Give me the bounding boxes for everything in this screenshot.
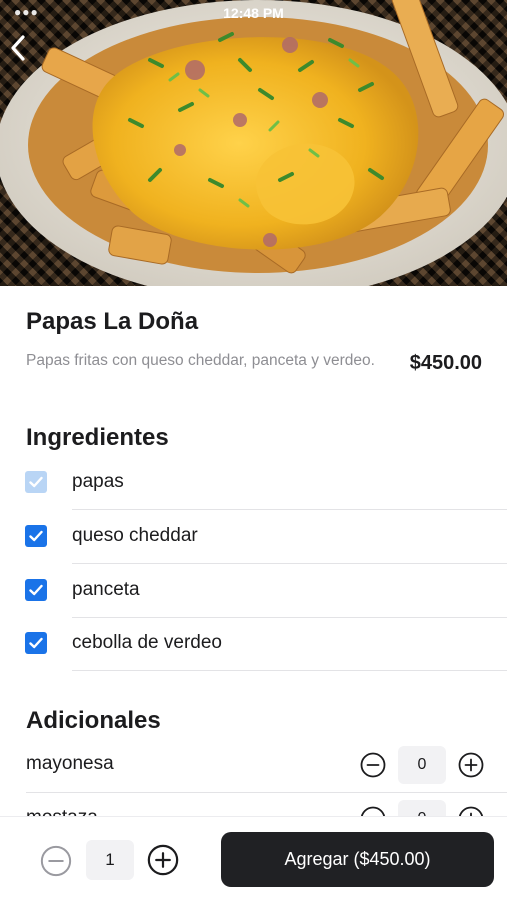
status-bar: ●●● 12:48 PM xyxy=(0,4,507,24)
back-button[interactable] xyxy=(8,34,38,70)
minus-circle-icon[interactable] xyxy=(360,752,386,778)
product-price: $450.00 xyxy=(409,352,482,374)
ingredient-checkbox[interactable] xyxy=(25,525,47,547)
ingredient-row[interactable]: papas xyxy=(0,456,507,510)
divider xyxy=(72,670,507,671)
ingredient-label: cebolla de verdeo xyxy=(72,632,222,653)
minus-circle-icon[interactable] xyxy=(40,845,72,877)
ingredient-checkbox[interactable] xyxy=(25,579,47,601)
product-image: ●●● 12:48 PM xyxy=(0,0,507,286)
checkmark-icon xyxy=(29,530,43,542)
extra-label: mayonesa xyxy=(26,753,114,774)
extra-row: mayonesa 0 xyxy=(0,739,507,793)
ingredient-row[interactable]: panceta xyxy=(0,564,507,618)
extras-heading: Adicionales xyxy=(26,707,161,734)
ingredients-heading: Ingredientes xyxy=(26,424,169,451)
plus-circle-icon[interactable] xyxy=(147,844,179,876)
ingredient-label: panceta xyxy=(72,579,140,600)
status-time: 12:48 PM xyxy=(223,5,284,21)
ingredient-checkbox[interactable] xyxy=(25,471,47,493)
checkmark-icon xyxy=(29,476,43,488)
product-title: Papas La Doña xyxy=(26,308,199,335)
add-to-cart-button[interactable]: Agregar ($450.00) xyxy=(221,832,494,887)
ingredient-checkbox[interactable] xyxy=(25,632,47,654)
plus-circle-icon[interactable] xyxy=(458,752,484,778)
ingredient-row[interactable]: queso cheddar xyxy=(0,510,507,564)
chevron-left-icon xyxy=(11,35,25,61)
fries-photo xyxy=(0,0,507,286)
checkmark-icon xyxy=(29,584,43,596)
checkmark-icon xyxy=(29,637,43,649)
product-description: Papas fritas con queso cheddar, panceta … xyxy=(26,352,375,369)
order-footer: 1 Agregar ($450.00) xyxy=(0,816,507,900)
order-quantity: 1 xyxy=(86,840,134,880)
ingredient-row[interactable]: cebolla de verdeo xyxy=(0,617,507,671)
ingredient-label: queso cheddar xyxy=(72,525,198,546)
extra-quantity: 0 xyxy=(398,746,446,784)
ingredient-label: papas xyxy=(72,471,124,492)
